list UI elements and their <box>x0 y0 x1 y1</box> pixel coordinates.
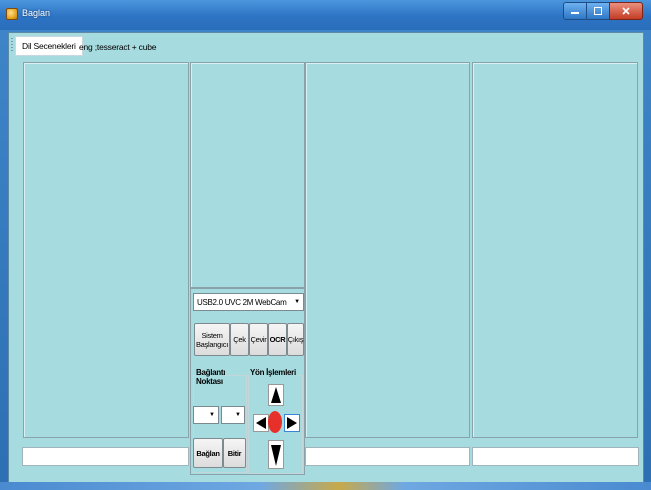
chevron-down-icon: ▼ <box>209 412 215 418</box>
right-button[interactable] <box>284 414 300 432</box>
connection-label: Bağlantı Noktası <box>195 368 226 386</box>
output-textbox-2[interactable] <box>305 447 470 466</box>
taskbar-edge <box>0 482 651 490</box>
image-panel-1 <box>23 62 189 438</box>
port-select-1[interactable]: ▼ <box>193 406 219 424</box>
capture-button[interactable]: Çek <box>230 323 249 356</box>
output-textbox-3[interactable] <box>472 447 639 466</box>
chevron-down-icon: ▼ <box>294 299 300 305</box>
language-options-menu[interactable]: Dil Secenekleri <box>15 36 83 56</box>
language-selection[interactable]: eng ;tesseract + cube <box>79 42 157 52</box>
arrow-up-icon <box>271 387 281 403</box>
minimize-icon <box>571 12 579 14</box>
maximize-icon <box>594 7 602 15</box>
rotate-button[interactable]: Çevir <box>249 323 268 356</box>
connect-button[interactable]: Bağlan <box>193 438 223 468</box>
chevron-down-icon: ▼ <box>235 412 241 418</box>
minimize-button[interactable] <box>563 2 586 20</box>
application-window: Baglan Dil Secenekleri eng ;tesseract + … <box>0 0 651 490</box>
maximize-button[interactable] <box>586 2 609 20</box>
left-button[interactable] <box>253 414 269 432</box>
ocr-button[interactable]: OCR <box>268 323 287 356</box>
app-icon <box>6 8 18 20</box>
camera-select-value: USB2.0 UVC 2M WebCam <box>197 297 287 307</box>
camera-select[interactable]: USB2.0 UVC 2M WebCam ▼ <box>193 293 304 311</box>
camera-preview-panel <box>190 62 305 288</box>
window-title: Baglan <box>22 8 51 18</box>
window-controls <box>563 2 643 20</box>
direction-label: Yön İşlemleri <box>249 368 297 377</box>
arrow-right-icon <box>287 417 297 429</box>
port-select-2[interactable]: ▼ <box>221 406 245 424</box>
close-button[interactable] <box>609 2 643 20</box>
up-button[interactable] <box>268 384 284 406</box>
client-area: Dil Secenekleri eng ;tesseract + cube US… <box>8 32 644 483</box>
system-start-button[interactable]: Sistem Başlangıcı <box>194 323 230 356</box>
menu-bar: Dil Secenekleri eng ;tesseract + cube <box>9 33 643 56</box>
exit-button[interactable]: Çıkış <box>287 323 304 356</box>
image-panel-3 <box>472 62 638 438</box>
title-bar[interactable]: Baglan <box>0 0 651 30</box>
image-panel-2 <box>305 62 470 438</box>
output-textbox-1[interactable] <box>22 447 189 466</box>
arrow-left-icon <box>256 417 266 429</box>
center-dot-icon[interactable] <box>268 411 282 433</box>
finish-button[interactable]: Bitir <box>223 438 246 468</box>
down-button[interactable] <box>268 440 284 469</box>
arrow-down-icon <box>271 445 281 466</box>
menu-grip <box>11 38 13 52</box>
close-icon <box>622 7 630 15</box>
